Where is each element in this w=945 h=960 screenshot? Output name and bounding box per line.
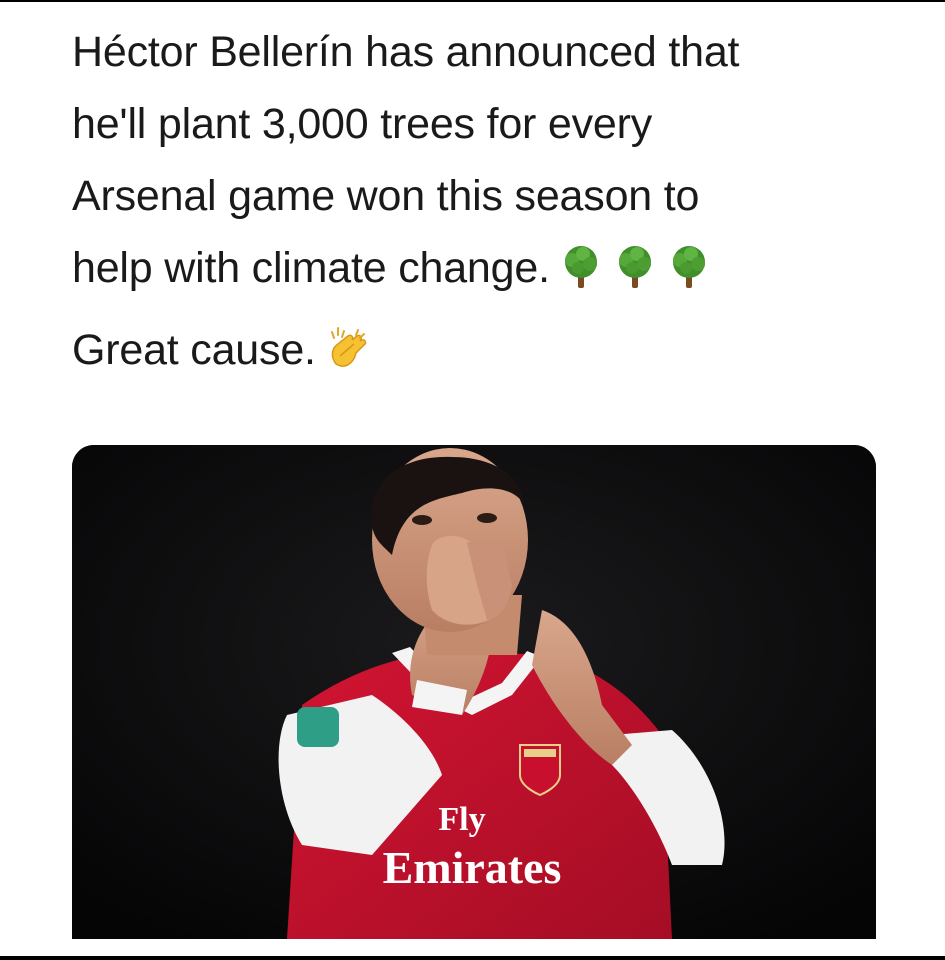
tree-icon [612, 244, 658, 290]
caption-line-3: Arsenal game won this season to [72, 172, 700, 220]
shirt-sponsor-fly: Fly [438, 801, 485, 838]
clapping-hands-icon [324, 326, 370, 372]
player-photo-illustration: Fly Emirates [72, 445, 876, 939]
caption-line-1: Héctor Bellerín has announced that [72, 28, 740, 76]
caption-line-2: he'll plant 3,000 trees for every [72, 100, 653, 148]
post-caption: Héctor Bellerín has announced that he'll… [72, 16, 892, 386]
tree-icon [558, 244, 604, 290]
bottom-border [0, 956, 945, 960]
caption-line-5: Great cause. [72, 314, 892, 386]
tree-icon [666, 244, 712, 290]
player-photo: Fly Emirates [72, 445, 876, 939]
caption-great-cause: Great cause. [72, 326, 316, 374]
caption-line-4: help with climate change. [72, 232, 892, 304]
caption-line-4-text: help with climate change. [72, 244, 550, 292]
shirt-sponsor-emirates: Emirates [383, 842, 562, 893]
top-border [0, 0, 945, 2]
